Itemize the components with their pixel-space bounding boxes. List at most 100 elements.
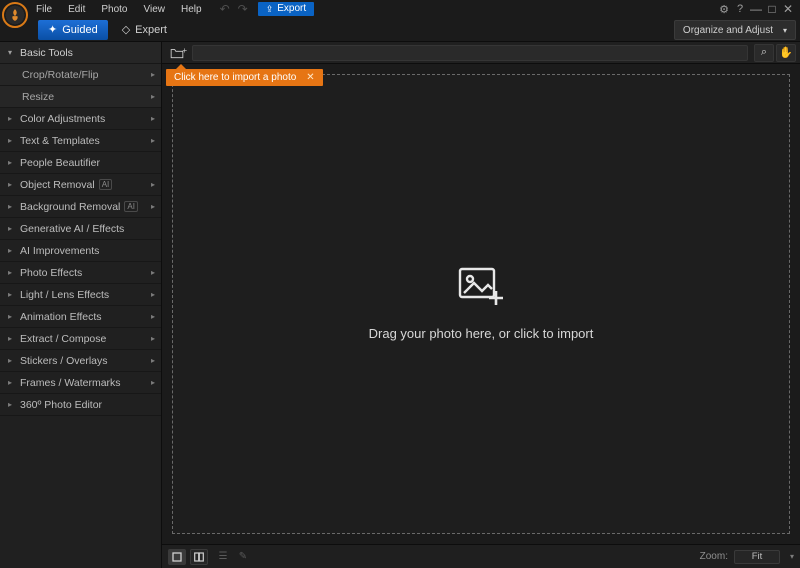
chevron-down-icon: ▾ bbox=[783, 26, 787, 35]
zoom-label: Zoom: bbox=[700, 551, 728, 562]
layers-icon[interactable]: ☰ bbox=[214, 551, 232, 562]
path-toolbar: + ⌕ ✋ Click here to import a photo ✕ bbox=[162, 42, 800, 64]
chevron-right-icon: ▸ bbox=[8, 334, 16, 343]
sidebar-item-label: AI Improvements bbox=[20, 245, 99, 257]
window-close-icon[interactable]: ✕ bbox=[780, 2, 796, 16]
import-tooltip: Click here to import a photo ✕ bbox=[166, 64, 323, 86]
sidebar-item[interactable]: ▸ Color Adjustments ▸ bbox=[0, 108, 161, 130]
chevron-right-icon: ▸ bbox=[151, 378, 155, 387]
sidebar-item[interactable]: ▸ Text & Templates ▸ bbox=[0, 130, 161, 152]
tooltip-close-icon[interactable]: ✕ bbox=[306, 72, 314, 83]
sidebar-item-label: Color Adjustments bbox=[20, 113, 105, 125]
mode-bar: ✦ Guided ◇ Expert Organize and Adjust ▾ bbox=[0, 18, 800, 42]
sidebar-item-label: Background Removal bbox=[20, 201, 120, 213]
sidebar-item[interactable]: ▸ Generative AI / Effects bbox=[0, 218, 161, 240]
tab-guided[interactable]: ✦ Guided bbox=[38, 20, 108, 40]
chevron-right-icon: ▸ bbox=[151, 334, 155, 343]
window-minimize-icon[interactable]: — bbox=[748, 2, 764, 16]
help-icon[interactable]: ? bbox=[732, 3, 748, 15]
ai-badge: AI bbox=[99, 179, 113, 190]
hand-icon: ✋ bbox=[779, 46, 793, 59]
chevron-right-icon: ▸ bbox=[151, 290, 155, 299]
menu-file[interactable]: File bbox=[28, 4, 60, 15]
menu-photo[interactable]: Photo bbox=[93, 4, 135, 15]
settings-gear-icon[interactable]: ⚙ bbox=[716, 3, 732, 16]
chevron-right-icon: ▸ bbox=[8, 378, 16, 387]
sidebar-item-label: Text & Templates bbox=[20, 135, 100, 147]
sidebar-item[interactable]: ▸ Object Removal AI ▸ bbox=[0, 174, 161, 196]
ai-badge: AI bbox=[124, 201, 138, 212]
sidebar-item-label: Stickers / Overlays bbox=[20, 355, 108, 367]
brush-icon[interactable]: ✎ bbox=[234, 551, 252, 562]
sidebar-item-label: Light / Lens Effects bbox=[20, 289, 109, 301]
app-logo[interactable] bbox=[2, 2, 28, 28]
chevron-right-icon: ▸ bbox=[8, 312, 16, 321]
sidebar-item[interactable]: ▸ People Beautifier bbox=[0, 152, 161, 174]
open-folder-button[interactable]: + bbox=[166, 44, 188, 62]
sidebar-item[interactable]: ▸Light / Lens Effects▸ bbox=[0, 284, 161, 306]
work-area: + ⌕ ✋ Click here to import a photo ✕ bbox=[162, 42, 800, 568]
tooltip-text: Click here to import a photo bbox=[174, 72, 296, 83]
chevron-right-icon: ▸ bbox=[151, 114, 155, 123]
menu-help[interactable]: Help bbox=[173, 4, 210, 15]
sidebar-basic-tools[interactable]: ▾ Basic Tools bbox=[0, 42, 161, 64]
organize-adjust-button[interactable]: Organize and Adjust ▾ bbox=[674, 20, 796, 40]
status-bar: ☰ ✎ Zoom: Fit ▾ bbox=[162, 544, 800, 568]
chevron-right-icon: ▸ bbox=[151, 70, 155, 79]
sidebar-item[interactable]: ▸Extract / Compose▸ bbox=[0, 328, 161, 350]
tab-expert[interactable]: ◇ Expert bbox=[112, 20, 177, 40]
chevron-right-icon: ▸ bbox=[151, 136, 155, 145]
menu-bar: File Edit Photo View Help ↶ ↷ ⇪ Export ⚙… bbox=[0, 0, 800, 18]
sidebar-item-label: 360º Photo Editor bbox=[20, 399, 102, 411]
sidebar-item[interactable]: ▸Background RemovalAI▸ bbox=[0, 196, 161, 218]
sidebar-item[interactable]: ▸ AI Improvements bbox=[0, 240, 161, 262]
pan-button[interactable]: ✋ bbox=[776, 44, 796, 62]
sidebar-item-label: Photo Effects bbox=[20, 267, 82, 279]
sidebar-item[interactable]: ▸Animation Effects▸ bbox=[0, 306, 161, 328]
sidebar-item[interactable]: ▸Photo Effects▸ bbox=[0, 262, 161, 284]
chevron-right-icon: ▸ bbox=[8, 180, 16, 189]
chevron-right-icon: ▸ bbox=[8, 158, 16, 167]
chevron-right-icon: ▸ bbox=[8, 400, 16, 409]
sidebar-resize[interactable]: Resize ▸ bbox=[0, 86, 161, 108]
sidebar-crop-rotate-flip[interactable]: Crop/Rotate/Flip ▸ bbox=[0, 64, 161, 86]
chevron-down-icon: ▾ bbox=[8, 48, 16, 57]
export-icon: ⇪ bbox=[266, 2, 274, 16]
undo-icon[interactable]: ↶ bbox=[216, 2, 234, 16]
chevron-right-icon: ▸ bbox=[8, 224, 16, 233]
tab-guided-label: Guided bbox=[62, 24, 97, 36]
magnifier-icon: ⌕ bbox=[761, 46, 767, 59]
chevron-down-icon[interactable]: ▾ bbox=[790, 552, 794, 561]
sidebar: ▾ Basic Tools Crop/Rotate/Flip ▸ Resize … bbox=[0, 42, 162, 568]
menu-view[interactable]: View bbox=[136, 4, 174, 15]
view-single-button[interactable] bbox=[168, 549, 186, 565]
chevron-right-icon: ▸ bbox=[151, 312, 155, 321]
menu-edit[interactable]: Edit bbox=[60, 4, 93, 15]
sidebar-item-label: People Beautifier bbox=[20, 157, 100, 169]
chevron-right-icon: ▸ bbox=[151, 180, 155, 189]
chevron-right-icon: ▸ bbox=[8, 114, 16, 123]
sidebar-item-label: Crop/Rotate/Flip bbox=[22, 69, 98, 81]
chevron-right-icon: ▸ bbox=[8, 202, 16, 211]
sidebar-item[interactable]: ▸ Frames / Watermarks ▸ bbox=[0, 372, 161, 394]
sidebar-item-label: Object Removal bbox=[20, 179, 95, 191]
sidebar-item[interactable]: ▸Stickers / Overlays▸ bbox=[0, 350, 161, 372]
sidebar-item-label: Resize bbox=[22, 91, 54, 103]
view-compare-button[interactable] bbox=[190, 549, 208, 565]
sidebar-item-label: Generative AI / Effects bbox=[20, 223, 124, 235]
chevron-right-icon: ▸ bbox=[8, 136, 16, 145]
sidebar-item-label: Frames / Watermarks bbox=[20, 377, 121, 389]
path-input[interactable] bbox=[192, 45, 748, 61]
chevron-right-icon: ▸ bbox=[151, 268, 155, 277]
export-button[interactable]: ⇪ Export bbox=[258, 2, 314, 16]
sidebar-item[interactable]: ▸ 360º Photo Editor bbox=[0, 394, 161, 416]
import-dropzone[interactable]: Drag your photo here, or click to import bbox=[172, 74, 790, 534]
redo-icon[interactable]: ↷ bbox=[234, 2, 252, 16]
zoom-value[interactable]: Fit bbox=[734, 550, 780, 564]
chevron-right-icon: ▸ bbox=[8, 246, 16, 255]
wand-icon: ✦ bbox=[48, 23, 57, 36]
sidebar-item-label: Basic Tools bbox=[20, 47, 73, 59]
window-maximize-icon[interactable]: □ bbox=[764, 2, 780, 16]
diamond-icon: ◇ bbox=[122, 23, 130, 36]
search-button[interactable]: ⌕ bbox=[754, 44, 774, 62]
